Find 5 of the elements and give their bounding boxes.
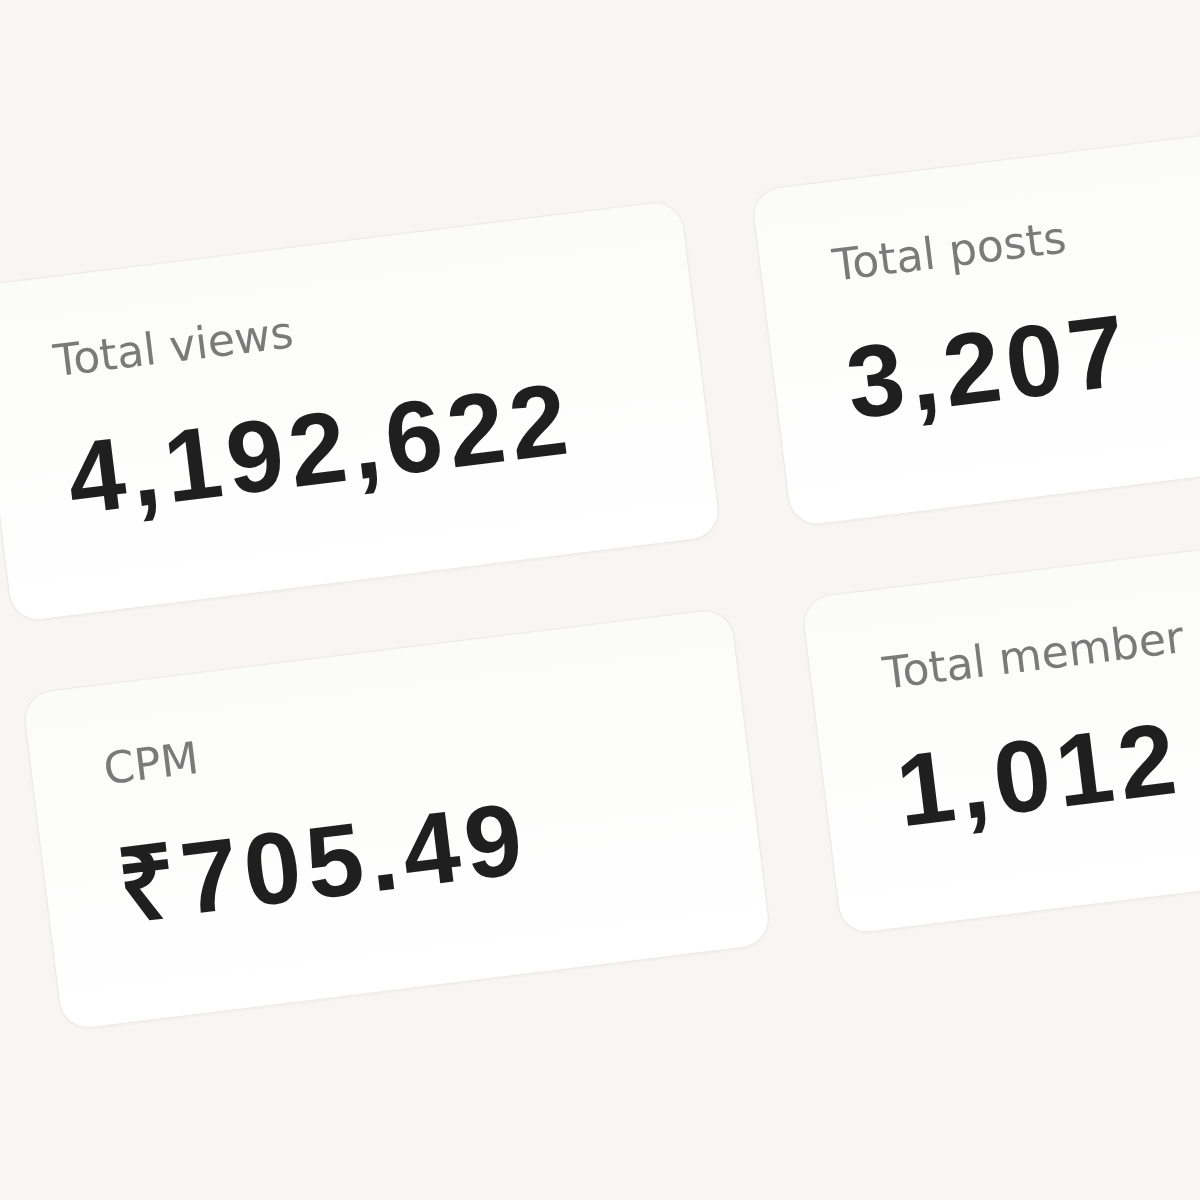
stat-value: 1,012 <box>891 706 1187 843</box>
stat-label: Total views <box>50 306 297 387</box>
stat-label: Total member <box>879 611 1187 701</box>
stat-value: 3,207 <box>841 298 1137 435</box>
stat-label: Total posts <box>829 211 1070 293</box>
